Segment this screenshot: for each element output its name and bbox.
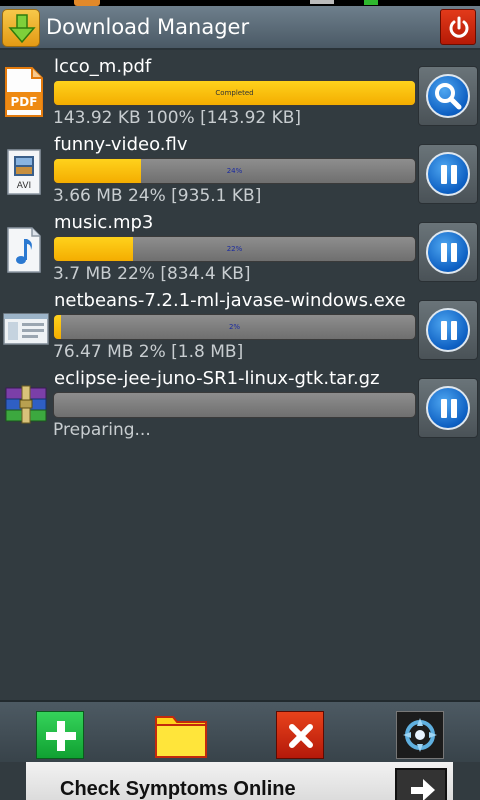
- file-name: music.mp3: [54, 212, 154, 233]
- progress-label: 2%: [228, 323, 241, 331]
- download-item[interactable]: eclipse-jee-juno-SR1-linux-gtk.tar.gz Pr…: [0, 368, 480, 448]
- folder-icon: [155, 716, 207, 758]
- pause-button[interactable]: [418, 300, 478, 360]
- pause-button[interactable]: [418, 144, 478, 204]
- ad-arrow-button[interactable]: [395, 768, 447, 800]
- add-download-button[interactable]: [36, 711, 84, 759]
- file-name: netbeans-7.2.1-ml-javase-windows.exe: [54, 290, 406, 311]
- search-icon: [426, 74, 470, 118]
- arrow-right-icon: [411, 779, 435, 800]
- file-name: eclipse-jee-juno-SR1-linux-gtk.tar.gz: [54, 368, 380, 389]
- svg-text:AVI: AVI: [17, 181, 31, 191]
- ad-text: Check Symptoms Online: [60, 778, 296, 800]
- progress-label: Completed: [215, 89, 254, 97]
- archive-file-icon: [2, 378, 50, 428]
- settings-button[interactable]: [396, 711, 444, 759]
- pause-button[interactable]: [418, 378, 478, 438]
- title-bar: Download Manager: [0, 6, 480, 50]
- app-title: Download Manager: [46, 15, 250, 39]
- file-stats: 143.92 KB 100% [143.92 KB]: [53, 108, 302, 128]
- pause-icon: [426, 308, 470, 352]
- settings-icon: [403, 718, 437, 752]
- pdf-file-icon: PDF: [4, 66, 48, 117]
- power-icon: [449, 16, 469, 38]
- bottom-toolbar: [0, 700, 480, 762]
- download-item[interactable]: music.mp3 22% 3.7 MB 22% [834.4 KB]: [0, 212, 480, 292]
- file-stats: 3.66 MB 24% [935.1 KB]: [53, 186, 262, 206]
- power-button[interactable]: [440, 9, 476, 45]
- download-item[interactable]: AVI funny-video.flv 24% 3.66 MB 24% [935…: [0, 134, 480, 214]
- progress-label: [54, 393, 415, 417]
- download-item[interactable]: PDF lcco_m.pdf Completed 143.92 KB 100% …: [0, 56, 480, 136]
- search-button[interactable]: [418, 66, 478, 126]
- file-name: lcco_m.pdf: [54, 56, 152, 77]
- download-arrow-icon: [2, 9, 40, 47]
- pause-icon: [426, 386, 470, 430]
- progress-bar: 24%: [53, 158, 416, 184]
- progress-bar: [53, 392, 416, 418]
- progress-bar: 2%: [53, 314, 416, 340]
- clear-icon: [289, 724, 313, 748]
- avi-video-file-icon: AVI: [4, 144, 48, 195]
- progress-label: 22%: [226, 245, 243, 253]
- pause-button[interactable]: [418, 222, 478, 282]
- download-item[interactable]: netbeans-7.2.1-ml-javase-windows.exe 2% …: [0, 290, 480, 370]
- progress-bar: Completed: [53, 80, 416, 106]
- ad-banner[interactable]: Check Symptoms Online: [26, 762, 453, 800]
- progress-label: 24%: [226, 167, 243, 175]
- progress-bar: 22%: [53, 236, 416, 262]
- svg-text:PDF: PDF: [11, 95, 38, 109]
- status-signal-icon: [310, 0, 334, 4]
- file-stats: 3.7 MB 22% [834.4 KB]: [53, 264, 251, 284]
- clear-downloads-button[interactable]: [276, 711, 324, 759]
- file-name: funny-video.flv: [54, 134, 188, 155]
- open-folder-button[interactable]: [155, 711, 207, 759]
- music-file-icon: [4, 222, 48, 273]
- exe-file-icon: [2, 300, 50, 350]
- status-battery-icon: [364, 0, 378, 5]
- file-stats: 76.47 MB 2% [1.8 MB]: [53, 342, 244, 362]
- pause-icon: [426, 152, 470, 196]
- pause-icon: [426, 230, 470, 274]
- file-stats: Preparing...: [53, 420, 151, 440]
